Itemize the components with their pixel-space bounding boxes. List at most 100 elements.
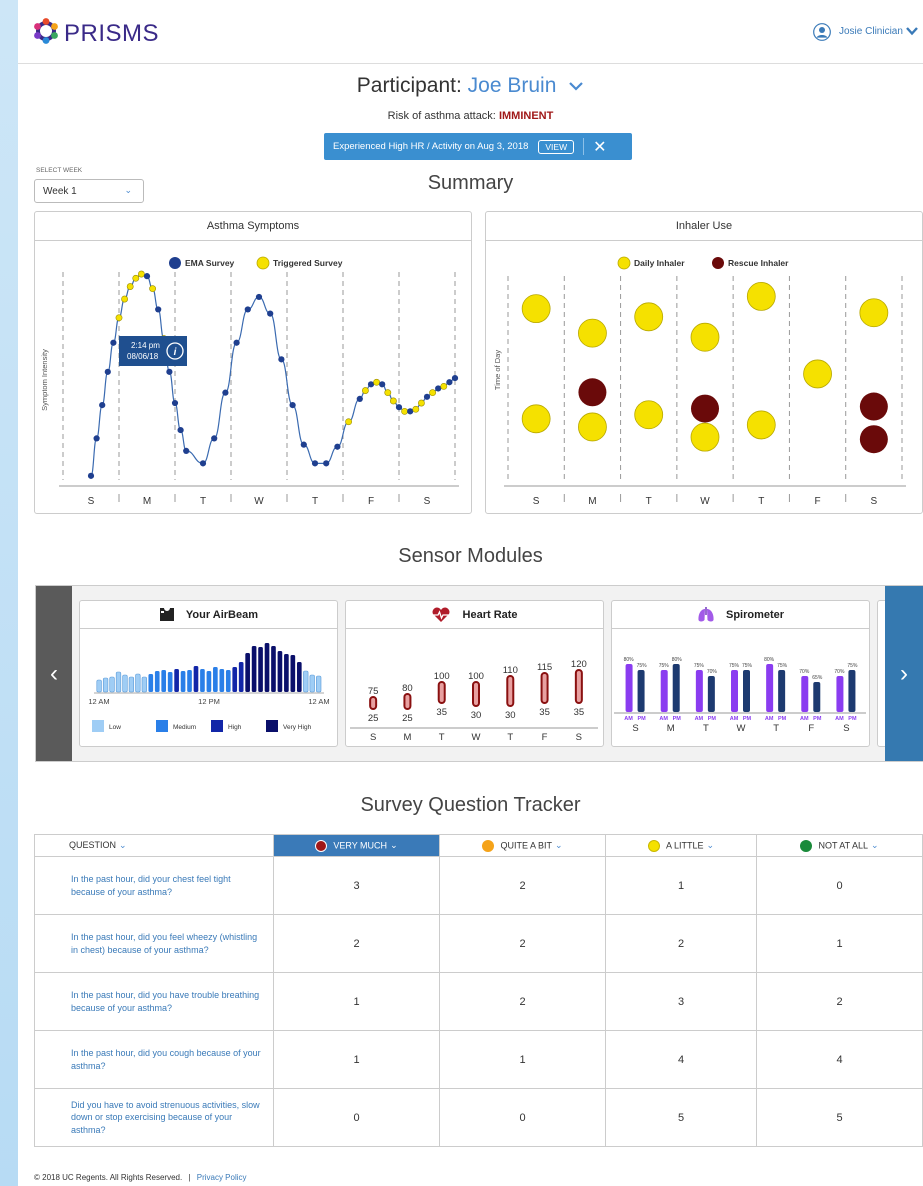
tracker-header-row: QUESTION ⌄ VERY MUCH ⌄ QUITE A BIT ⌄ A LITT…	[34, 834, 923, 857]
question-text[interactable]: Did you have to avoid strenuous activiti…	[34, 1088, 274, 1147]
spirometer-am-bar	[836, 676, 844, 712]
participant-dropdown-chevron-icon[interactable]	[568, 80, 584, 92]
ema-survey-point	[171, 399, 179, 407]
very-much-count: 3	[273, 856, 440, 915]
spirometer-am-value-label: 80%	[624, 657, 635, 663]
spirometer-am-label: AM	[624, 716, 633, 722]
heart-rate-low-label: 25	[402, 713, 413, 724]
spirometer-pm-value-label: 75%	[847, 663, 858, 669]
rescue-inhaler-dose	[691, 394, 719, 423]
airbeam-card[interactable]: Your AirBeam 12 AM 12 PM 12 AM Low Medium Hig…	[79, 600, 338, 747]
heart-rate-high-label: 110	[503, 665, 518, 676]
heart-rate-card[interactable]: Heart Rate 75 25 S 80 25 M 100 35 T 100 30 W 110 30 T 1…	[345, 600, 604, 747]
inhaler-use-panel: Inhaler Use Daily Inhaler Rescue Inhaler T…	[485, 211, 923, 514]
airbeam-legend-label: Very High	[283, 724, 312, 731]
spirometer-am-label: AM	[695, 716, 704, 722]
question-text[interactable]: In the past hour, did you cough because …	[34, 1030, 274, 1089]
carousel-prev-icon[interactable]: ‹	[36, 586, 72, 761]
heart-rate-range-bar	[540, 672, 549, 704]
spirometer-pm-value-label: 75%	[777, 663, 788, 669]
very-much-column-header[interactable]: VERY MUCH ⌄	[273, 834, 440, 857]
heart-rate-range-bar	[506, 675, 515, 707]
airbeam-legend-label: Low	[109, 724, 121, 731]
triggered-survey-point	[389, 397, 397, 405]
airbeam-bar	[96, 679, 102, 693]
participant-name[interactable]: Joe Bruin	[468, 74, 557, 97]
ema-survey-point	[255, 293, 263, 301]
survey-tooltip: 2:14 pm 08/06/18 i	[119, 336, 187, 366]
user-avatar-icon[interactable]	[813, 23, 831, 41]
rescue-inhaler-dose	[859, 425, 888, 454]
spirometer-am-bar	[695, 670, 703, 712]
ema-survey-point	[379, 381, 386, 388]
heart-icon	[432, 607, 450, 623]
airbeam-bar	[128, 676, 135, 693]
asthma-symptoms-panel: Asthma Symptoms EMA Survey Triggered Surv…	[34, 211, 472, 514]
heart-rate-title: Heart Rate	[462, 609, 518, 621]
question-text[interactable]: In the past hour, did you feel wheezy (w…	[34, 914, 274, 973]
triggered-survey-point	[429, 389, 436, 397]
heart-rate-high-label: 100	[468, 671, 484, 682]
asthma-symptoms-chart: EMA Survey Triggered Survey Symptom Intens…	[40, 256, 459, 507]
heart-rate-title-row: Heart Rate	[346, 601, 603, 629]
airbeam-bar	[309, 674, 315, 693]
question-text[interactable]: In the past hour, did your chest feel ti…	[34, 856, 274, 915]
spirometer-am-bar	[801, 676, 809, 712]
day-tick-label: T	[773, 723, 779, 734]
spirometer-pm-label: PM	[743, 716, 752, 722]
airbeam-bar	[296, 662, 302, 692]
alert-close-icon[interactable]: ✕	[593, 137, 606, 157]
participant-prefix: Participant:	[356, 74, 462, 97]
privacy-policy-link[interactable]: Privacy Policy	[197, 1173, 247, 1182]
airbeam-bar	[174, 669, 179, 692]
asthma-y-axis-label: Symptom Intensity	[40, 349, 49, 411]
daily-inhaler-dose	[578, 318, 607, 348]
quite-a-bit-count: 2	[439, 914, 606, 973]
survey-tracker-table: QUESTION ⌄ VERY MUCH ⌄ QUITE A BIT ⌄ A LITT…	[34, 834, 923, 1147]
spirometer-pm-value-label: 75%	[742, 663, 753, 669]
a-little-count: 1	[605, 856, 757, 915]
spirometer-card[interactable]: Spirometer 80% 75% AM PM S 75% 80% AM PM M 75% 70% A…	[611, 600, 870, 747]
a-little-count: 4	[605, 1030, 757, 1089]
quite-a-bit-count: 1	[439, 1030, 606, 1089]
spirometer-pm-label: PM	[813, 716, 822, 722]
heart-rate-high-label: 100	[434, 671, 450, 682]
question-column-header[interactable]: QUESTION ⌄	[34, 834, 274, 857]
spirometer-pm-label: PM	[637, 716, 646, 722]
airbeam-time-label: 12 AM	[308, 697, 329, 706]
very-much-count: 1	[273, 972, 440, 1031]
triggered-legend-icon	[256, 256, 270, 270]
daily-inhaler-dose	[746, 282, 776, 311]
question-text[interactable]: In the past hour, did you have trouble b…	[34, 972, 274, 1031]
footer: © 2018 UC Regents. All Rights Reserved. …	[34, 1173, 247, 1182]
daily-inhaler-dose	[746, 410, 776, 440]
quite-a-bit-dot-icon	[482, 839, 495, 852]
asthma-panel-title: Asthma Symptoms	[35, 212, 471, 241]
airbeam-bar	[167, 672, 173, 692]
ema-survey-point	[300, 441, 307, 448]
airbeam-bar	[200, 669, 205, 692]
day-tick-label: F	[815, 496, 821, 507]
alert-view-button[interactable]: VIEW	[538, 139, 575, 154]
not-at-all-column-header[interactable]: NOT AT ALL ⌄	[756, 834, 923, 857]
quite-a-bit-count: 2	[439, 972, 606, 1031]
a-little-column-header[interactable]: A LITTLE ⌄	[605, 834, 757, 857]
ema-survey-point	[451, 374, 459, 382]
user-menu-chevron-icon[interactable]	[906, 26, 918, 36]
triggered-survey-point	[384, 389, 392, 397]
spirometer-pm-label: PM	[848, 716, 857, 722]
airbeam-bar	[213, 667, 218, 692]
user-name[interactable]: Josie Clinician	[839, 26, 903, 37]
ema-survey-point	[323, 460, 330, 467]
airbeam-bar	[161, 670, 167, 692]
heart-rate-low-label: 30	[505, 710, 516, 721]
ema-survey-point	[244, 306, 251, 313]
daily-inhaler-dose	[690, 422, 720, 452]
day-tick-label: W	[700, 496, 710, 507]
triggered-survey-point	[401, 407, 408, 415]
day-tick-label: S	[424, 496, 431, 507]
carousel-next-icon[interactable]: ›	[885, 586, 923, 761]
quite-a-bit-column-header[interactable]: QUITE A BIT ⌄	[439, 834, 606, 857]
not-at-all-dot-icon	[800, 839, 813, 852]
spirometer-pm-bar	[672, 664, 680, 712]
